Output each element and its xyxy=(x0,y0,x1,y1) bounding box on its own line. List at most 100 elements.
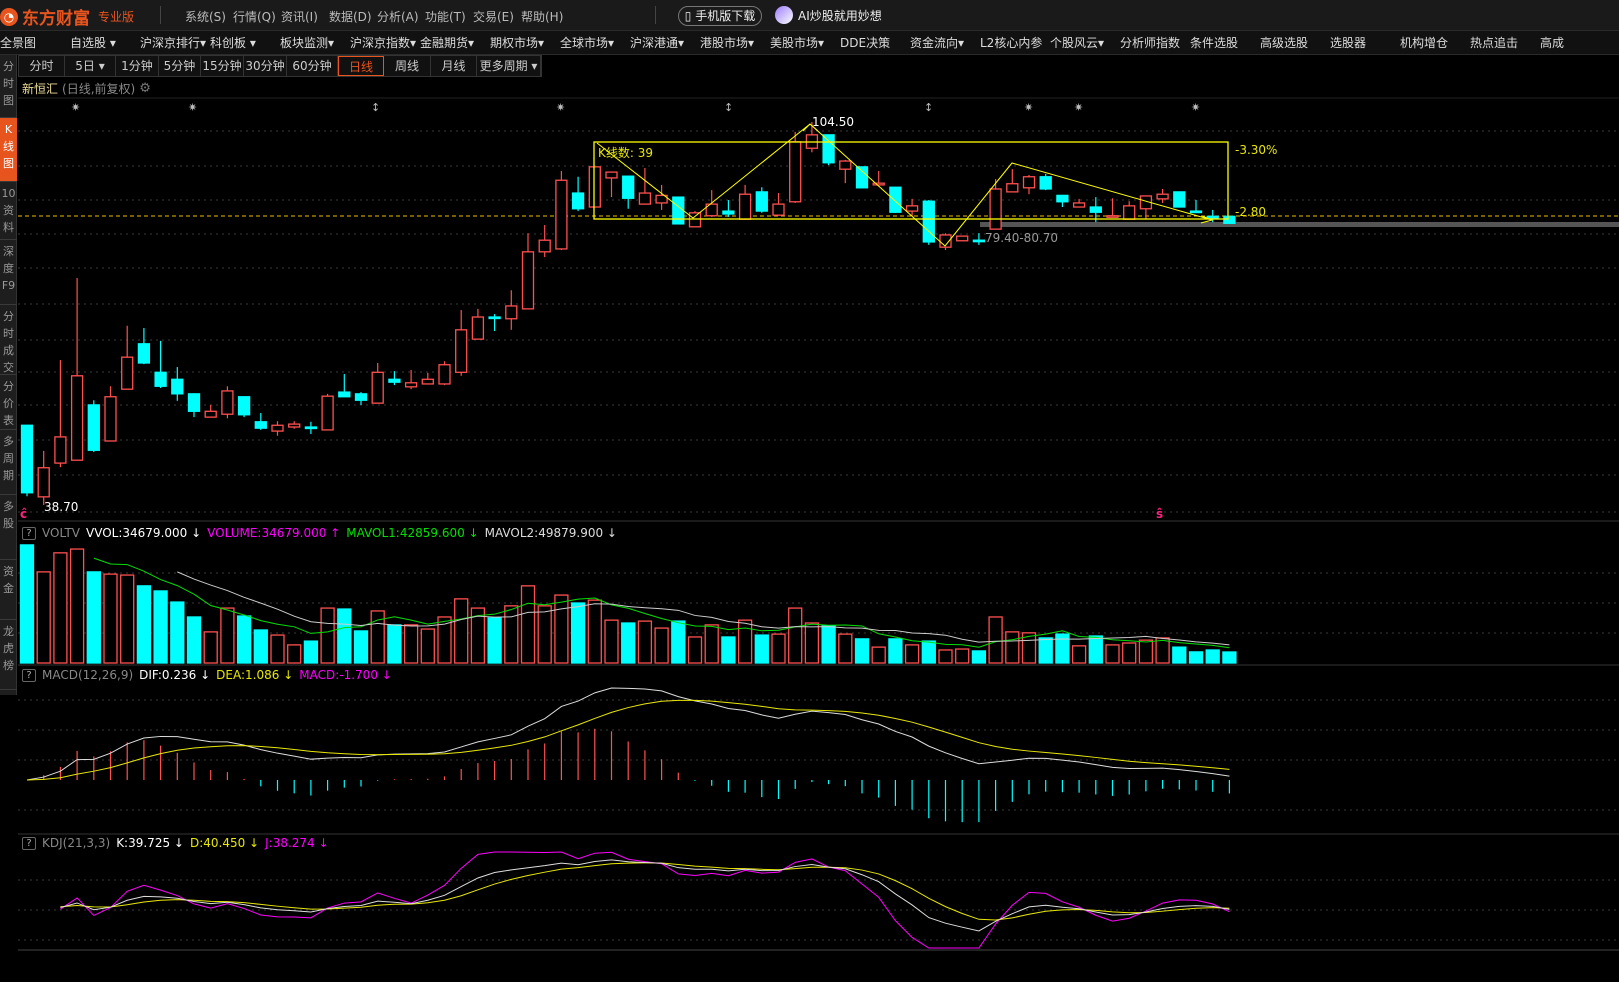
menu-quotes[interactable]: 行情(Q) xyxy=(233,8,281,25)
kline-chart[interactable]: K线数: 39 -3.30% -2.80 79.40-80.70 104.50 … xyxy=(0,0,1619,982)
volume-bar xyxy=(1205,649,1220,664)
candle xyxy=(1006,169,1019,193)
nav-item[interactable]: 沪深京指数▾ xyxy=(350,31,420,54)
nav-item[interactable]: 机构增仓 xyxy=(1400,31,1470,54)
nav-item[interactable]: 分析师指数 xyxy=(1120,31,1190,54)
sidebar-item[interactable]: 多股 xyxy=(0,495,17,560)
sidebar-item[interactable]: 分时图 xyxy=(0,55,17,118)
nav-item[interactable]: L2核心内参 xyxy=(980,31,1050,54)
candle-body xyxy=(288,423,301,428)
sidebar-item[interactable]: 10资料 xyxy=(0,182,17,240)
nav-item[interactable]: 资金流向▾ xyxy=(910,31,980,54)
help-icon[interactable]: ? xyxy=(22,526,36,540)
menu-function[interactable]: 功能(T) xyxy=(425,8,473,25)
candle-body xyxy=(1223,215,1236,224)
candle xyxy=(738,184,752,220)
menu-trade[interactable]: 交易(E) xyxy=(473,8,521,25)
indicator-name[interactable]: KDJ(21,3,3) xyxy=(42,836,110,850)
candle-body xyxy=(70,375,84,461)
candle xyxy=(972,233,986,245)
diff-label: -2.80 xyxy=(1235,205,1266,219)
volume-bar xyxy=(788,607,803,664)
candle-body xyxy=(187,393,201,412)
menu-system[interactable]: 系统(S) xyxy=(185,8,233,25)
candle-body xyxy=(1022,176,1036,189)
period-tab[interactable]: 5日 ▾ xyxy=(65,56,116,76)
mobile-download-button[interactable]: ▯ 手机版下载 xyxy=(678,6,762,26)
nav-item[interactable]: 全景图 xyxy=(0,31,70,54)
menu-news[interactable]: 资讯(I) xyxy=(281,8,329,25)
nav-item[interactable]: 美股市场▾ xyxy=(770,31,840,54)
volume-bar xyxy=(303,640,319,664)
help-icon[interactable]: ? xyxy=(22,668,36,682)
period-tab[interactable]: 1分钟 xyxy=(116,56,159,76)
nav-item[interactable]: 全球市场▾ xyxy=(560,31,630,54)
indicator-name[interactable]: MACD(12,26,9) xyxy=(42,668,133,682)
sidebar-item[interactable]: K线图 xyxy=(0,118,17,182)
candle-body xyxy=(521,251,535,310)
period-tab[interactable]: 月线 xyxy=(431,56,477,76)
volume-bar xyxy=(754,634,769,664)
high-price-label: 104.50 xyxy=(812,115,854,129)
sidebar-item[interactable]: 分价表 xyxy=(0,375,17,430)
candle-body xyxy=(588,166,601,208)
sidebar-item[interactable]: 深度F9 xyxy=(0,240,17,305)
menu-data[interactable]: 数据(D) xyxy=(329,8,377,25)
candle-body xyxy=(989,188,1002,230)
nav-item[interactable]: 条件选股 xyxy=(1190,31,1260,54)
period-tab[interactable]: 5分钟 xyxy=(159,56,201,76)
candle xyxy=(438,361,451,386)
volume-bar xyxy=(337,608,352,664)
candle xyxy=(822,134,835,166)
range-label: 79.40-80.70 xyxy=(985,231,1058,245)
sidebar-item[interactable]: 资金 xyxy=(0,560,17,620)
period-tab[interactable]: 日线 xyxy=(338,56,384,76)
ai-assistant-link[interactable]: AI炒股就用妙想 xyxy=(775,6,882,24)
candle-body xyxy=(872,182,885,186)
nav-item[interactable]: 选股器 xyxy=(1330,31,1400,54)
nav-item[interactable]: 沪深港通▾ xyxy=(630,31,700,54)
period-tab[interactable]: 周线 xyxy=(384,56,431,76)
nav-item[interactable]: DDE决策 xyxy=(840,31,910,54)
candle-body xyxy=(421,378,434,385)
candle-body xyxy=(271,424,284,432)
volume-bar xyxy=(570,602,586,664)
nav-item[interactable]: 高级选股 xyxy=(1260,31,1330,54)
sidebar-item[interactable]: 多周期 xyxy=(0,430,17,495)
nav-item[interactable]: 自选股 ▾ xyxy=(70,31,140,54)
nav-item[interactable]: 金融期货▾ xyxy=(420,31,490,54)
nav-item[interactable]: 板块监测▾ xyxy=(280,31,350,54)
menu-analysis[interactable]: 分析(A) xyxy=(377,8,425,25)
nav-item[interactable]: 科创板 ▾ xyxy=(210,31,280,54)
k-line xyxy=(60,859,1230,932)
nav-item[interactable]: 热点追击 xyxy=(1470,31,1540,54)
candle-body xyxy=(905,205,919,212)
nav-item[interactable]: 个股风云▾ xyxy=(1050,31,1120,54)
candle xyxy=(471,308,485,340)
volume-bar xyxy=(654,627,669,664)
sidebar-item[interactable]: 分时成交 xyxy=(0,305,17,375)
indicator-name[interactable]: VOLTV xyxy=(42,526,80,540)
candle-body xyxy=(555,179,568,250)
candle-body xyxy=(221,390,234,415)
period-tab[interactable]: 更多周期 ▾ xyxy=(477,56,541,76)
nav-item[interactable]: 沪深京排行▾ xyxy=(140,31,210,54)
volume-bar xyxy=(1222,651,1237,664)
period-tab[interactable]: 30分钟 xyxy=(244,56,287,76)
period-tab[interactable]: 15分钟 xyxy=(201,56,244,76)
candle-body xyxy=(1206,215,1219,219)
volume-bar xyxy=(53,552,68,664)
candle-body xyxy=(388,378,401,383)
macd-value: MACD:-1.700 ↓ xyxy=(299,668,392,682)
candle-body xyxy=(922,200,935,243)
help-icon[interactable]: ? xyxy=(22,836,36,850)
nav-item[interactable]: 期权市场▾ xyxy=(490,31,560,54)
candle-body xyxy=(338,391,351,398)
nav-item[interactable]: 高成 xyxy=(1540,31,1610,54)
nav-item[interactable]: 港股市场▾ xyxy=(700,31,770,54)
menu-help[interactable]: 帮助(H) xyxy=(521,8,569,25)
gear-icon[interactable]: ⚙ xyxy=(139,81,151,96)
period-tab[interactable]: 分时 xyxy=(19,56,65,76)
period-tab[interactable]: 60分钟 xyxy=(287,56,338,76)
sidebar-item[interactable]: 龙虎榜 xyxy=(0,620,17,690)
